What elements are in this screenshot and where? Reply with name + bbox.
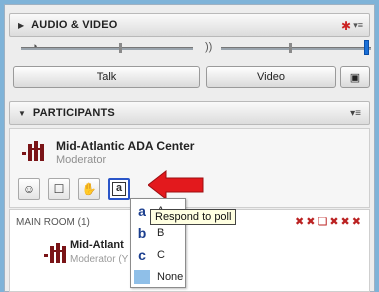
poll-option-label: C xyxy=(157,248,165,261)
participants-menu-icon[interactable]: ▾≡ xyxy=(350,108,361,119)
attendee-logo xyxy=(44,241,70,263)
main-room-label: MAIN ROOM (1) xyxy=(16,217,90,228)
respond-to-poll-tooltip: Respond to poll xyxy=(150,209,237,225)
poll-option-none[interactable]: None xyxy=(131,267,185,286)
attendee-role: Moderator (Y xyxy=(70,254,129,265)
away-status-button[interactable]: ☐ xyxy=(48,178,70,200)
mic-volume-track[interactable] xyxy=(21,47,193,50)
none-swatch xyxy=(134,269,150,284)
organization-role: Moderator xyxy=(56,154,107,166)
pointer-arrow xyxy=(148,170,204,200)
poll-key: c xyxy=(138,246,146,263)
emoticon-button[interactable]: ☺ xyxy=(18,178,40,200)
camera-preview-button[interactable]: ▣ xyxy=(340,66,370,88)
attendee-name[interactable]: Mid-Atlant xyxy=(70,239,124,251)
participants-header[interactable]: ▼ PARTICIPANTS ▾≡ xyxy=(9,101,370,125)
panel-menu-icon[interactable]: ▾≡ xyxy=(353,20,363,31)
collapse-triangle-icon[interactable]: ▼ xyxy=(18,109,26,118)
room-status-icons[interactable]: ✖✖❏✖✖✖ xyxy=(295,215,363,228)
speaker-volume-track[interactable] xyxy=(221,47,371,50)
hand-icon: ✋ xyxy=(81,182,97,196)
organization-name: Mid-Atlantic ADA Center xyxy=(56,139,195,153)
audio-video-body: ◕ )) Talk Video ▣ xyxy=(9,36,371,91)
poll-icon: a xyxy=(112,182,126,196)
participants-title: PARTICIPANTS xyxy=(32,107,115,119)
camera-preview-icon: ▣ xyxy=(349,71,361,84)
poll-option-label: B xyxy=(157,226,165,239)
organization-logo xyxy=(22,139,48,161)
audio-video-title: AUDIO & VIDEO xyxy=(31,19,118,31)
audio-video-header[interactable]: ▶ AUDIO & VIDEO ✱ ▾≡ xyxy=(9,13,370,37)
poll-response-button[interactable]: a xyxy=(108,178,130,200)
smiley-icon: ☺ xyxy=(22,182,36,196)
poll-option-label: None xyxy=(157,270,184,283)
video-button[interactable]: Video xyxy=(206,66,336,88)
poll-option-c[interactable]: c C xyxy=(131,245,185,264)
away-icon: ☐ xyxy=(53,182,65,196)
poll-key: a xyxy=(138,202,146,219)
poll-option-b[interactable]: b B xyxy=(131,223,185,242)
expand-triangle-icon[interactable]: ▶ xyxy=(18,21,24,30)
volume-sliders: ◕ )) xyxy=(9,40,371,56)
collaborate-panel: ▶ AUDIO & VIDEO ✱ ▾≡ ◕ )) Talk Video ▣ ▼… xyxy=(4,4,375,292)
mic-volume-knob[interactable] xyxy=(119,43,122,53)
raise-hand-button[interactable]: ✋ xyxy=(78,178,100,200)
speaker-volume-thumb[interactable] xyxy=(364,40,369,55)
settings-gear-icon[interactable]: ✱ xyxy=(341,19,351,33)
speaker-icon: )) xyxy=(205,41,213,53)
speaker-tick xyxy=(289,43,292,53)
poll-key: b xyxy=(137,224,147,241)
talk-button[interactable]: Talk xyxy=(13,66,200,88)
